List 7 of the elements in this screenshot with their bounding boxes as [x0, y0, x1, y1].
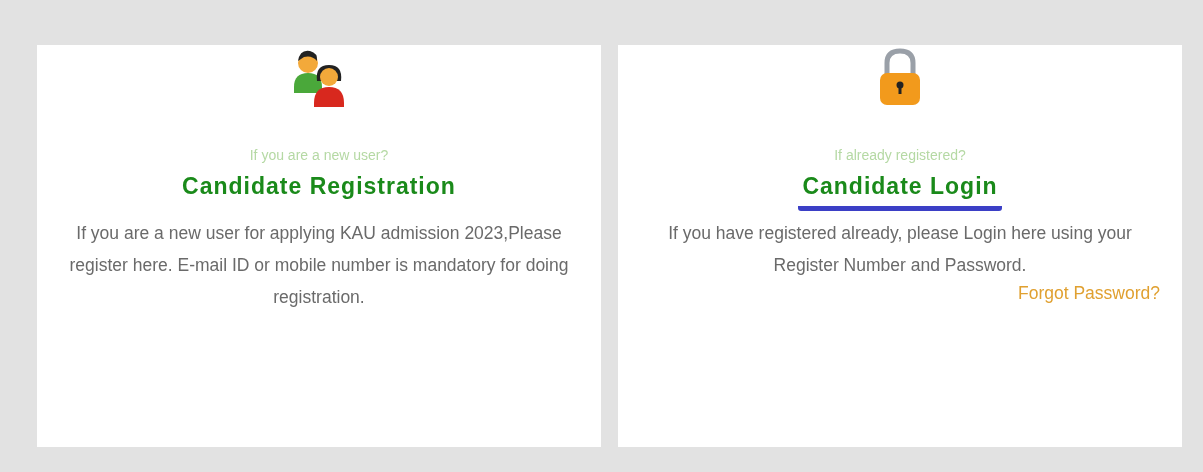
- description-text: If you are a new user for applying KAU admission 2023,Please register here. E-mail ID or mobile number is mandatory for doing registration.: [68, 222, 570, 309]
- description-text: If you have registered already, please Login here using your Register Number and Password.: [667, 222, 1133, 277]
- card-title-link[interactable]: Candidate Registration: [178, 173, 460, 211]
- prompt-text: If already registered?: [834, 147, 966, 163]
- forgot-password-link[interactable]: Forgot Password?: [1018, 283, 1160, 304]
- prompt-text: If you are a new user?: [249, 147, 389, 163]
- card-title-link[interactable]: Candidate Login: [798, 173, 1002, 211]
